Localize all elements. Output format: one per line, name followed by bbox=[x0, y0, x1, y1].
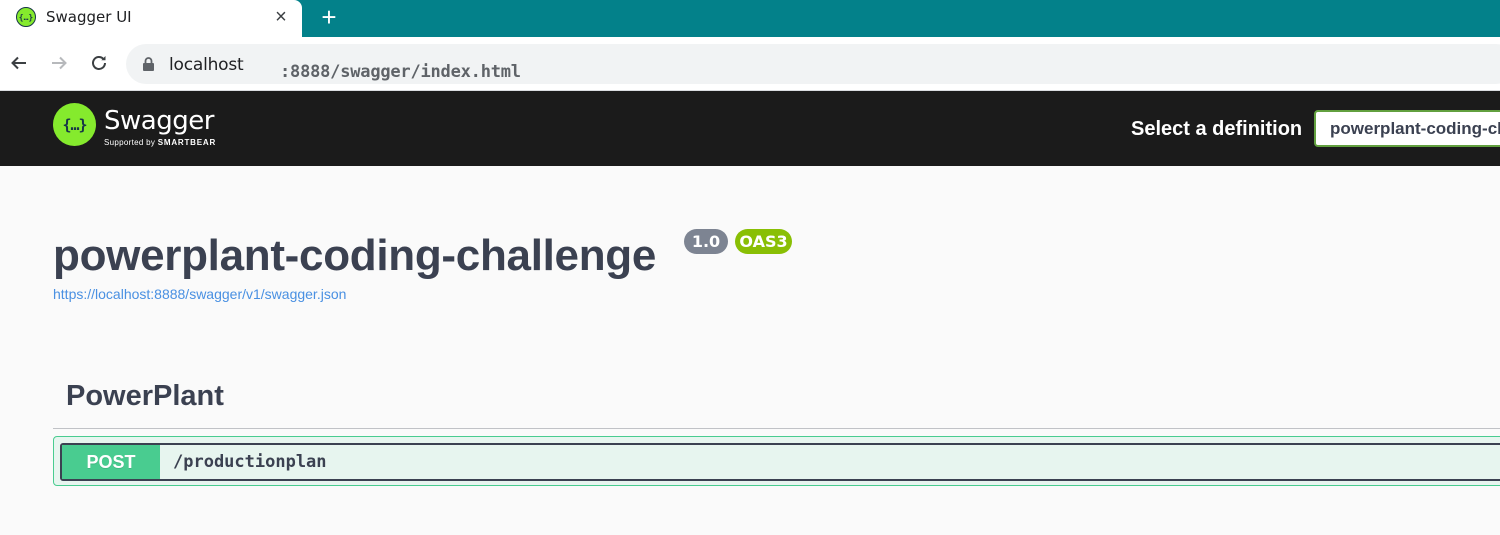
address-bar[interactable]: localhost:8888/swagger/index.html bbox=[126, 44, 1500, 84]
tag-name: PowerPlant bbox=[66, 380, 224, 412]
lock-icon bbox=[143, 57, 154, 71]
swagger-logo[interactable]: {…} Swagger Supported by SMARTBEAR bbox=[53, 103, 216, 147]
method-badge: POST bbox=[62, 445, 160, 479]
definition-label: Select a definition bbox=[1131, 118, 1303, 140]
operation-path: /productionplan bbox=[173, 452, 327, 472]
swagger-favicon-icon: {…} bbox=[16, 7, 36, 27]
browser-tab-strip: {…} Swagger UI × + bbox=[0, 0, 1500, 37]
back-arrow-icon[interactable] bbox=[7, 51, 31, 75]
version-badge: 1.0 bbox=[684, 229, 728, 254]
oas-badge: OAS3 bbox=[735, 229, 792, 254]
new-tab-plus-icon[interactable]: + bbox=[316, 2, 342, 32]
operation-summary[interactable]: POST /productionplan bbox=[60, 443, 1500, 481]
browser-tab[interactable]: {…} Swagger UI × bbox=[0, 0, 302, 37]
swagger-topbar: {…} Swagger Supported by SMARTBEAR Selec… bbox=[0, 91, 1500, 166]
forward-arrow-icon[interactable] bbox=[47, 51, 71, 75]
api-title: powerplant-coding-challenge bbox=[53, 231, 657, 280]
spec-url-link[interactable]: https://localhost:8888/swagger/v1/swagge… bbox=[53, 286, 346, 302]
browser-toolbar: localhost:8888/swagger/index.html bbox=[0, 37, 1500, 91]
swagger-logo-icon: {…} bbox=[53, 103, 96, 146]
url-text: localhost:8888/swagger/index.html bbox=[169, 55, 521, 82]
tab-title: Swagger UI bbox=[46, 8, 132, 26]
logo-subtitle: Supported by SMARTBEAR bbox=[104, 138, 217, 147]
operation-block-post: POST /productionplan bbox=[53, 436, 1500, 486]
reload-icon[interactable] bbox=[87, 51, 111, 75]
tag-header-powerplant[interactable]: PowerPlant bbox=[53, 370, 1500, 429]
definition-select[interactable]: powerplant-coding-challenge v1 bbox=[1314, 110, 1500, 147]
close-tab-icon[interactable]: × bbox=[270, 6, 292, 28]
logo-name: Swagger bbox=[104, 106, 214, 136]
